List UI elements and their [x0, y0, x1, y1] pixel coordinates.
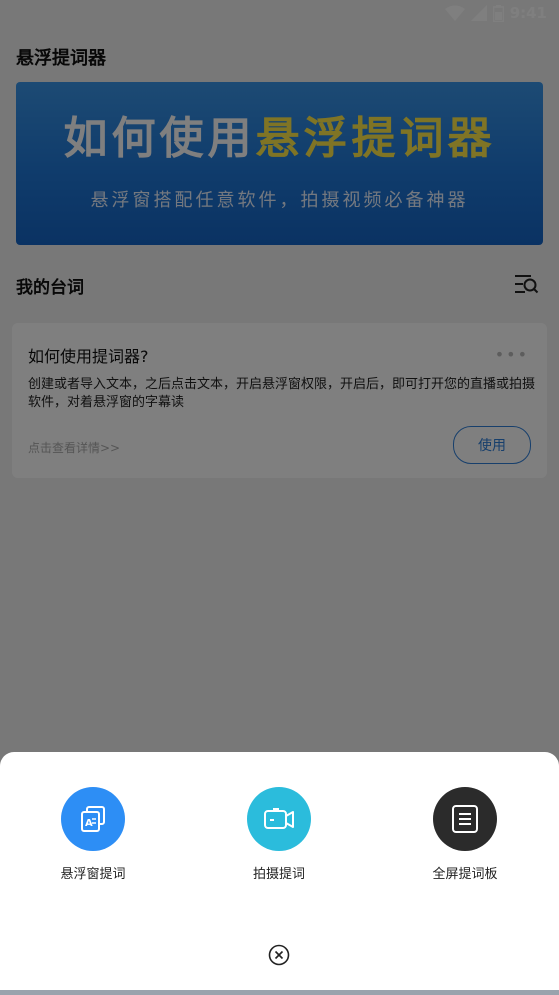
- navigation-bar: [0, 990, 559, 995]
- float-window-icon[interactable]: A: [61, 787, 125, 851]
- camera-icon[interactable]: [247, 787, 311, 851]
- close-circle-icon[interactable]: [268, 944, 290, 966]
- action-label: 拍摄提词: [252, 867, 305, 882]
- fullscreen-board-icon[interactable]: [433, 787, 497, 851]
- action-label: 全屏提词板: [432, 867, 498, 882]
- svg-text:A: A: [85, 818, 93, 829]
- action-label: 悬浮窗提词: [60, 867, 126, 882]
- action-sheet: A 悬浮窗提词 拍摄提词 全屏提词板: [0, 752, 559, 995]
- action-fullscreen-board[interactable]: 全屏提词板: [400, 787, 530, 882]
- action-float-window[interactable]: A 悬浮窗提词: [28, 787, 158, 882]
- action-camera[interactable]: 拍摄提词: [214, 787, 344, 882]
